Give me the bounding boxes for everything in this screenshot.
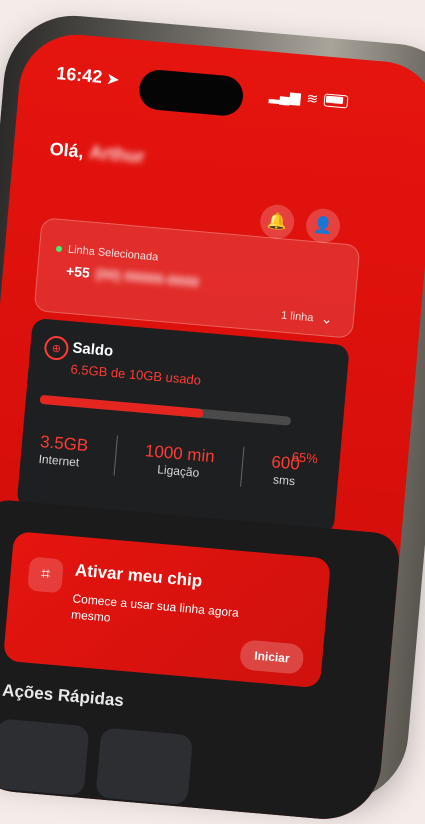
metric-divider [240,446,245,487]
start-button[interactable]: Iniciar [239,639,305,675]
time-text: 16:42 [55,63,104,87]
metric-internet: 3.5GB Internet [38,432,89,470]
phone-number: +55 (00) 00000-0000 [65,263,199,291]
wifi-icon: ≋ [305,89,319,107]
balance-card: ⊕ Saldo 6.5GB de 10GB usado 65% 3.5GB In… [16,317,350,535]
status-time: 16:42 ➤ [55,63,120,89]
user-name: Arthur [88,142,146,167]
chip-title: Ativar meu chip [74,560,204,591]
greeting-text: Olá, [48,138,85,162]
balance-usage: 6.5GB de 10GB usado [69,361,202,388]
line-label: Linha Selecionada [67,243,159,264]
progress-track [39,394,292,426]
balance-progress [39,394,292,426]
activate-chip-card[interactable]: ⌗ Ativar meu chip Comece a usar sua linh… [2,531,332,689]
dynamic-island [137,68,245,118]
chip-icon-container: ⌗ [27,556,65,594]
status-dot [55,245,63,253]
chip-subtitle: Comece a usar sua linha agora mesmo [70,591,240,625]
profile-button[interactable]: 👤 [304,207,342,245]
notifications-button[interactable]: 🔔 [258,203,296,241]
metric-label: Internet [38,451,80,470]
lines-count: 1 linha [280,309,314,325]
balance-title: Saldo [71,339,114,360]
quick-action-tile[interactable] [0,718,90,797]
battery-icon [323,93,349,109]
chip-icon: ⌗ [40,565,51,584]
progress-fill [39,394,204,419]
user-icon: 👤 [312,216,334,236]
metric-calls: 1000 min Ligação [143,441,215,481]
location-arrow-icon: ➤ [106,70,120,88]
greeting: Olá, Arthur [49,139,145,168]
status-icons: ▂▄▆ ≋ [269,87,349,111]
app-screen: 16:42 ➤ ▂▄▆ ≋ Olá, Arthur 🔔 👤 Linha Sele… [0,30,425,824]
country-code: +55 [65,262,91,281]
metric-divider [113,435,119,476]
signal-icon: ▂▄▆ [268,86,302,106]
balance-metrics: 3.5GB Internet 1000 min Ligação 600 sms [38,429,301,492]
metric-sms: 600 sms [269,452,301,489]
bell-icon: 🔔 [266,212,288,232]
metric-label: sms [272,472,296,489]
quick-action-tile[interactable] [95,727,194,806]
redacted-number: (00) 00000-0000 [95,265,200,291]
metric-value: 600 [270,452,301,474]
balance-icon: ⊕ [43,335,70,362]
chevron-down-icon[interactable]: ⌄ [321,311,333,328]
